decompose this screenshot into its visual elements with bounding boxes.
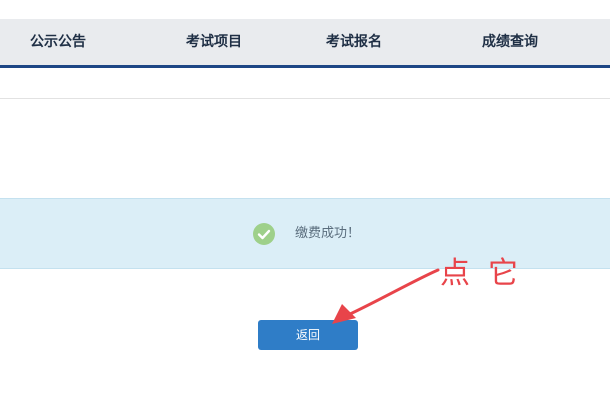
top-nav: 公示公告 考试项目 考试报名 成绩查询 — [0, 19, 610, 68]
payment-result-page: 公示公告 考试项目 考试报名 成绩查询 缴费成功！ 返回 点它 — [0, 0, 610, 396]
nav-item-score-query[interactable]: 成绩查询 — [482, 19, 538, 65]
nav-item-exam-projects[interactable]: 考试项目 — [186, 19, 242, 65]
annotation-label: 点它 — [440, 256, 536, 291]
content-divider — [0, 98, 610, 99]
check-circle-icon — [253, 223, 275, 245]
nav-item-exam-registration[interactable]: 考试报名 — [326, 19, 382, 65]
arrow-icon — [332, 268, 440, 324]
success-message: 缴费成功！ — [295, 226, 361, 241]
nav-item-announcements[interactable]: 公示公告 — [30, 19, 86, 65]
